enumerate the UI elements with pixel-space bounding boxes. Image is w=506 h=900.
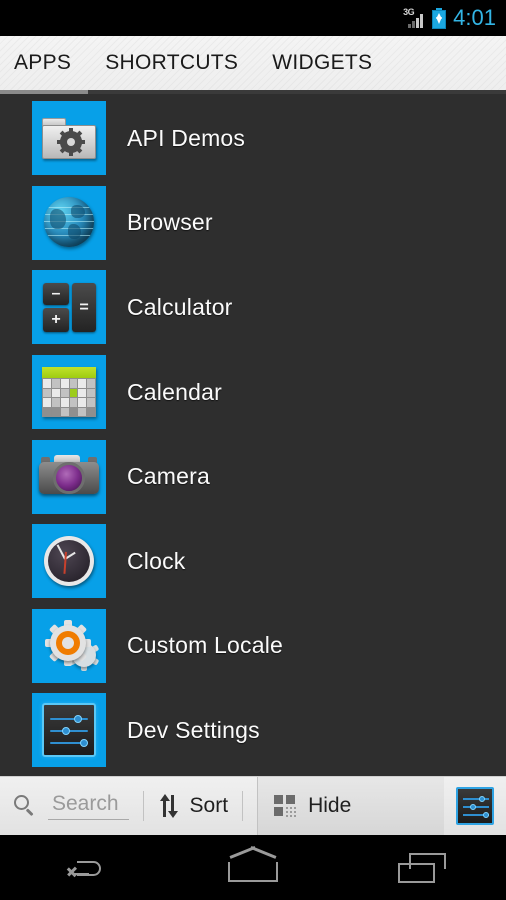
sort-label: Sort	[189, 794, 229, 817]
status-bar-icons: 3G 4:01	[403, 7, 496, 29]
tab-shortcuts[interactable]: SHORTCUTS	[105, 51, 238, 77]
calc-key-minus: –	[43, 283, 69, 306]
battery-bolt-bottom	[436, 16, 443, 24]
calculator-icon: – + =	[32, 270, 106, 345]
app-label: Calendar	[127, 378, 222, 405]
back-button[interactable]	[29, 835, 139, 900]
analog-clock-icon	[32, 524, 106, 599]
app-list[interactable]: API Demos Browser – + = Calculator Calen…	[0, 96, 506, 776]
folder-gear-icon	[32, 101, 106, 176]
android-screen: 3G 4:01 APPS SHORTCUTS WIDGETS API Demos…	[0, 0, 506, 900]
hide-button[interactable]: Hide	[257, 776, 444, 836]
grid-squares-icon	[274, 795, 297, 817]
home-icon	[227, 845, 278, 882]
calc-key-plus: +	[43, 308, 69, 333]
list-item[interactable]: Calendar	[0, 350, 506, 435]
calc-key-equals: =	[72, 283, 96, 333]
app-label: Custom Locale	[127, 632, 284, 659]
tab-widgets[interactable]: WIDGETS	[272, 51, 372, 77]
tab-apps[interactable]: APPS	[14, 51, 71, 77]
action-bar-divider-2	[242, 791, 244, 821]
app-label: Calculator	[127, 293, 233, 320]
search-placeholder: Search	[52, 792, 119, 815]
gears-icon	[32, 608, 106, 683]
signal-bar-2	[412, 21, 416, 28]
list-item[interactable]: Browser	[0, 181, 506, 266]
tab-bar: APPS SHORTCUTS WIDGETS	[0, 36, 506, 92]
sliders-icon	[32, 693, 106, 768]
tab-indicator-track	[0, 90, 506, 94]
settings-button[interactable]	[444, 777, 506, 836]
status-bar-clock: 4:01	[453, 5, 496, 30]
back-icon	[67, 855, 102, 881]
app-label: API Demos	[127, 124, 246, 151]
list-item[interactable]: Dev Settings	[0, 688, 506, 773]
recents-icon	[397, 852, 446, 883]
signal-bar-3	[416, 18, 420, 28]
app-label: Dev Settings	[127, 716, 260, 743]
signal-bars	[408, 14, 425, 28]
battery-charging-icon	[432, 7, 447, 29]
list-item[interactable]: Camera	[0, 434, 506, 519]
app-label: Browser	[127, 209, 213, 236]
home-button[interactable]	[198, 835, 308, 900]
action-bar: Search Sort Hide	[0, 776, 506, 836]
search-input[interactable]: Search	[48, 792, 129, 820]
sort-button[interactable]: Sort	[158, 777, 229, 836]
signal-strength-icon: 3G	[403, 7, 425, 28]
sliders-icon	[456, 787, 494, 825]
list-item[interactable]: – + = Calculator	[0, 265, 506, 350]
search-area[interactable]: Search	[0, 777, 129, 836]
camera-icon	[32, 439, 106, 514]
list-item[interactable]: Custom Locale	[0, 604, 506, 689]
search-icon	[14, 795, 36, 817]
recents-button[interactable]	[367, 835, 477, 900]
app-label: Clock	[127, 547, 186, 574]
hide-label: Hide	[308, 794, 352, 817]
app-label: Camera	[127, 463, 211, 490]
navigation-bar	[0, 835, 506, 900]
list-item[interactable]: API Demos	[0, 96, 506, 181]
sort-arrows-icon	[158, 794, 178, 818]
signal-bar-4	[420, 14, 424, 28]
status-bar: 3G 4:01	[0, 0, 506, 36]
calendar-icon	[32, 355, 106, 430]
globe-icon	[32, 185, 106, 260]
list-item[interactable]: Clock	[0, 519, 506, 604]
signal-bar-1	[408, 24, 412, 28]
tab-indicator-active	[0, 90, 88, 94]
action-bar-divider	[142, 791, 144, 821]
